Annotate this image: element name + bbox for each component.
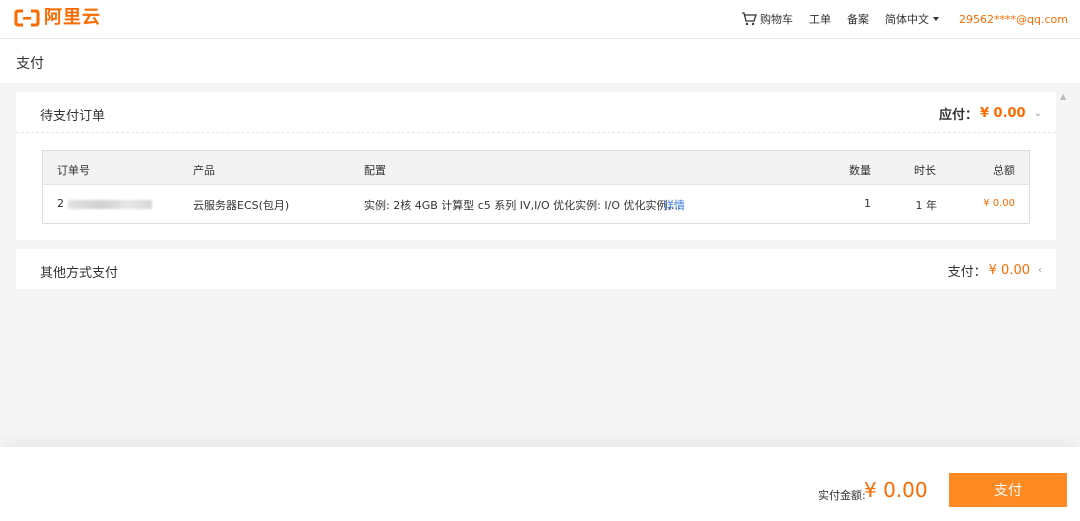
- column-header-duration: 时长: [914, 164, 936, 177]
- cart-label: 购物车: [760, 13, 794, 26]
- ticket-link[interactable]: 工单: [809, 11, 831, 27]
- detail-link[interactable]: 详情: [663, 197, 685, 213]
- top-navbar: 阿里云 购物车 工单 备案 简体中文 29562****@qq.com: [0, 0, 1080, 39]
- column-header-product: 产品: [193, 164, 215, 177]
- amount-due-label: 应付：: [938, 108, 978, 123]
- product-cell: 云服务器ECS(包月): [193, 199, 290, 212]
- chevron-down-icon[interactable]: ⌄: [1034, 108, 1042, 119]
- amount-due-value: ¥ 0.00: [979, 106, 1026, 121]
- pending-order-title: 待支付订单: [40, 109, 106, 124]
- order-table: 订单号 产品 配置 数量 时长 总额 2 云服务器ECS(包月) 实例: 2核 …: [42, 150, 1030, 224]
- duration-cell: 1 年: [915, 199, 938, 212]
- total-paid-label: 实付金额:: [818, 489, 866, 502]
- config-cell: 实例: 2核 4GB 计算型 c5 系列 IV,I/O 优化实例: I/O 优化…: [364, 199, 682, 212]
- aliyun-logo-icon: [14, 9, 40, 27]
- quantity-cell: 1: [864, 197, 871, 210]
- cart-icon: [742, 12, 757, 26]
- logo-text: 阿里云: [44, 7, 101, 28]
- column-header-config: 配置: [364, 164, 386, 177]
- column-header-total: 总额: [993, 164, 1015, 177]
- filing-link[interactable]: 备案: [847, 11, 869, 27]
- cart-link[interactable]: 购物车: [741, 11, 793, 27]
- column-header-order-id: 订单号: [57, 164, 90, 177]
- page-title-bar: 支付: [0, 39, 1080, 83]
- total-paid-amount: ¥ 0.00: [864, 478, 928, 502]
- other-payment-panel[interactable]: 其他方式支付 支付： ¥ 0.00 ‹: [16, 249, 1056, 289]
- other-payment-value: ¥ 0.00: [988, 263, 1030, 278]
- panel-divider: [16, 132, 1056, 133]
- aliyun-logo[interactable]: 阿里云: [14, 8, 101, 28]
- caret-down-icon: [933, 17, 940, 21]
- language-selector[interactable]: 简体中文: [885, 11, 940, 27]
- total-cell: ¥ 0.00: [983, 198, 1015, 209]
- pay-button[interactable]: 支付: [949, 473, 1067, 507]
- chevron-left-icon[interactable]: ‹: [1038, 265, 1042, 276]
- top-nav-links: 购物车 工单 备案 简体中文 29562****@qq.com: [741, 0, 1068, 38]
- order-table-header: 订单号 产品 配置 数量 时长 总额: [43, 151, 1029, 185]
- pending-order-panel: 待支付订单 应付： ¥ 0.00 ⌄ 订单号 产品 配置 数量 时长 总额 2 …: [16, 92, 1056, 240]
- payment-footer: 实付金额: ¥ 0.00 支付: [0, 447, 1080, 521]
- pending-order-header[interactable]: 待支付订单 应付： ¥ 0.00 ⌄: [16, 92, 1056, 132]
- order-id-cell: 2: [57, 197, 152, 210]
- language-label: 简体中文: [885, 13, 930, 26]
- other-payment-title: 其他方式支付: [40, 266, 119, 281]
- other-payment-label: 支付：: [947, 265, 987, 280]
- user-account-link[interactable]: 29562****@qq.com: [959, 13, 1068, 26]
- other-payment-amount: 支付： ¥ 0.00 ‹: [948, 261, 1042, 280]
- scroll-up-icon[interactable]: ▲: [1060, 92, 1066, 101]
- order-id-value: 2: [57, 197, 64, 210]
- page-title: 支付: [16, 56, 44, 72]
- column-header-quantity: 数量: [849, 164, 871, 177]
- order-id-redacted: [68, 199, 152, 209]
- amount-due: 应付： ¥ 0.00 ⌄: [939, 104, 1042, 123]
